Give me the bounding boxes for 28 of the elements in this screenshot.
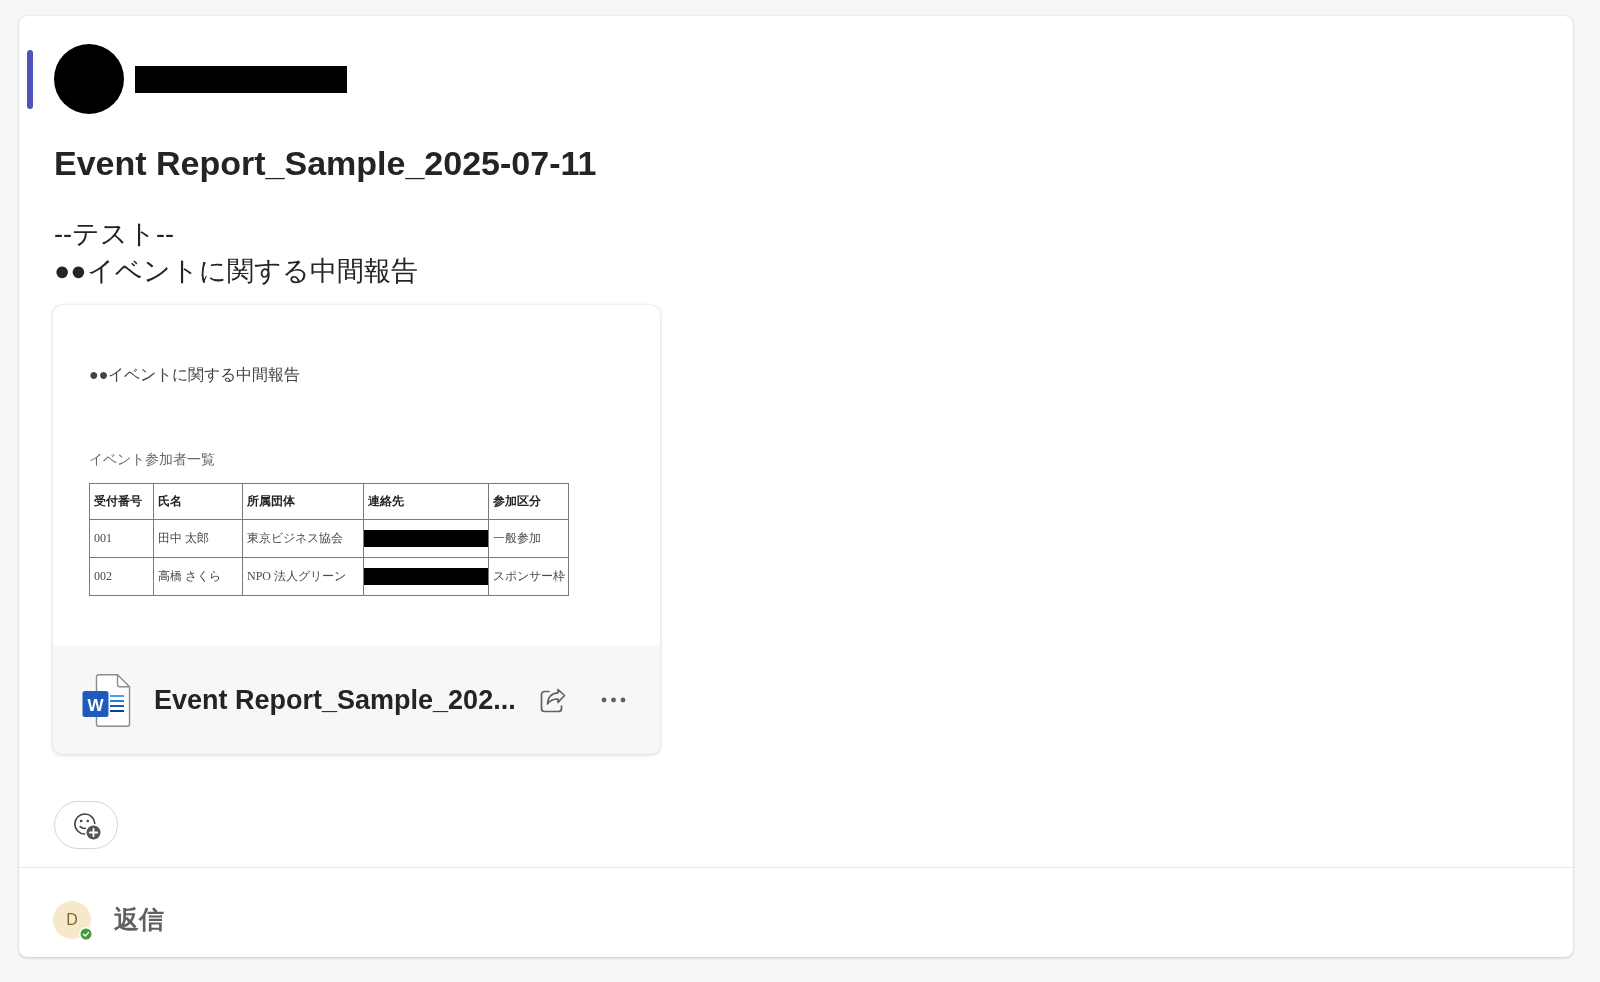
table-cell: 一般参加: [493, 530, 541, 547]
more-icon: [601, 697, 627, 703]
file-attachment-card[interactable]: ●●イベントに関する中間報告 イベント参加者一覧 受付番号 氏名 所属団体 連絡先 参加区分 001 田中 太郎 東京ビジネス協会 一般参加 002 高橋 さくら NPO 法人グリーン スポンサー枠 W Event Report_Sample_202...: [53, 305, 660, 754]
table-cell: 高橋 さくら: [158, 568, 221, 585]
share-icon: [539, 686, 567, 714]
message-text: ●●イベントに関する中間報告: [54, 255, 418, 288]
table-cell: 002: [94, 569, 112, 584]
smiley-plus-icon: [71, 810, 101, 840]
avatar: D: [53, 900, 91, 939]
document-heading: ●●イベントに関する中間報告: [89, 365, 301, 385]
table-cell: 001: [94, 531, 112, 546]
document-subheading: イベント参加者一覧: [89, 451, 215, 469]
reply-label[interactable]: 返信: [114, 903, 164, 936]
message-text: --テスト--: [54, 218, 175, 251]
table-cell: スポンサー枠: [493, 568, 565, 585]
table-header-cell: 受付番号: [94, 493, 142, 510]
accent-bar: [27, 49, 33, 109]
table-cell: NPO 法人グリーン: [247, 568, 346, 585]
add-reaction-button[interactable]: [54, 801, 118, 849]
file-name[interactable]: Event Report_Sample_202...: [154, 684, 516, 716]
table-header-cell: 氏名: [158, 493, 182, 510]
share-button[interactable]: [538, 686, 567, 714]
message-title: Event Report_Sample_2025-07-11: [54, 143, 597, 183]
table-cell: 東京ビジネス協会: [247, 530, 343, 547]
table-cell: 田中 太郎: [158, 530, 209, 547]
table-header-cell: 所属団体: [247, 493, 295, 510]
table-header-cell: 連絡先: [368, 493, 404, 510]
table-header-cell: 参加区分: [493, 493, 541, 510]
